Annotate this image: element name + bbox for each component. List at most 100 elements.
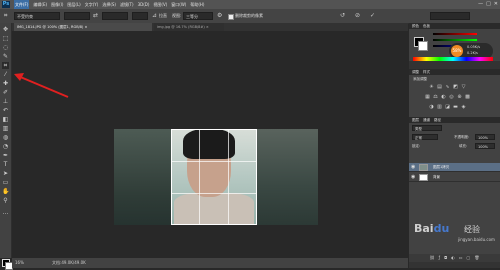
fx-icon[interactable]: ƒ <box>439 254 440 262</box>
visibility-eye-icon[interactable]: ◉ <box>411 175 415 180</box>
zoom-tool-icon[interactable]: ⚲ <box>2 197 9 204</box>
layer-thumbnail <box>419 174 428 181</box>
cropped-out-area-right <box>257 129 318 225</box>
channel-mixer-icon[interactable]: ⊕ <box>457 95 462 100</box>
lasso-tool-icon[interactable]: ◌ <box>2 44 9 51</box>
hand-tool-icon[interactable]: ✋ <box>2 188 9 195</box>
green-slider[interactable] <box>433 39 477 41</box>
menu-type[interactable]: 文字(Y) <box>85 0 99 9</box>
path-select-icon[interactable]: ➤ <box>2 170 9 177</box>
workspace-select[interactable] <box>430 12 470 20</box>
crop-tool-icon[interactable]: ⌗ <box>2 62 9 69</box>
adjustment-layer-icon[interactable]: ◐ <box>451 254 455 262</box>
visibility-eye-icon[interactable]: ◉ <box>411 165 415 170</box>
menu-select[interactable]: 选择(S) <box>102 0 116 9</box>
tab-img-jpg[interactable]: img.jpg @ 16.7% (RGB/8#) × <box>154 23 224 31</box>
crop-tool-preset-icon[interactable]: ⌗ <box>4 12 7 20</box>
selective-color-icon[interactable]: ◈ <box>461 105 466 110</box>
more-tools-icon[interactable]: … <box>2 209 9 216</box>
clear-button[interactable] <box>132 12 148 20</box>
close-button[interactable]: ✕ <box>494 0 498 9</box>
blend-mode-select[interactable]: 正常 <box>412 134 438 140</box>
vibrance-icon[interactable]: ▽ <box>461 85 466 90</box>
delete-pixels-checkbox[interactable] <box>228 14 234 20</box>
mask-icon[interactable]: ◘ <box>444 254 447 262</box>
dodge-tool-icon[interactable]: ◔ <box>2 143 9 150</box>
photo[interactable] <box>114 129 318 225</box>
badge-percent: 58% <box>451 45 463 57</box>
baidu-logo-part-b: du <box>433 222 450 235</box>
shape-tool-icon[interactable]: ▭ <box>2 179 9 186</box>
marquee-tool-icon[interactable]: ⬚ <box>2 35 9 42</box>
color-spectrum[interactable] <box>413 57 493 61</box>
posterize-icon[interactable]: ▥ <box>437 105 442 110</box>
straighten-label[interactable]: 拉直 <box>159 12 167 20</box>
zoom-level[interactable]: 16% <box>15 258 24 268</box>
curves-icon[interactable]: ∿ <box>445 85 450 90</box>
menu-3d[interactable]: 3D(D) <box>138 0 150 9</box>
fill-field[interactable]: 100% <box>475 143 495 149</box>
layer-kind-select[interactable]: 类型 <box>412 125 442 131</box>
ratio-select[interactable]: 不受约束 <box>14 12 60 20</box>
move-tool-icon[interactable]: ✥ <box>2 26 9 33</box>
minimize-button[interactable]: — <box>478 0 483 9</box>
brightness-icon[interactable]: ☀ <box>429 85 434 90</box>
commit-icon[interactable]: ✓ <box>370 12 375 20</box>
height-field[interactable] <box>102 12 128 20</box>
opacity-field[interactable]: 100% <box>475 134 495 140</box>
invert-icon[interactable]: ◑ <box>429 105 434 110</box>
straighten-icon[interactable]: ⊿ <box>152 12 157 20</box>
layer-row-copy[interactable]: ◉ 图层1拷贝 <box>409 163 500 172</box>
blur-tool-icon[interactable]: ◍ <box>2 134 9 141</box>
panel-background-swatch[interactable] <box>418 41 428 51</box>
exposure-icon[interactable]: ◩ <box>453 85 458 90</box>
settings-gear-icon[interactable]: ⚙ <box>217 12 222 20</box>
menu-view[interactable]: 视图(V) <box>153 0 167 9</box>
type-tool-icon[interactable]: T <box>2 161 9 168</box>
swap-icon[interactable]: ⇄ <box>93 12 98 20</box>
menu-filter[interactable]: 滤镜(T) <box>120 0 134 9</box>
threshold-icon[interactable]: ◪ <box>445 105 450 110</box>
link-icon[interactable]: ⛓ <box>430 254 435 262</box>
color-lookup-icon[interactable]: ▩ <box>465 95 470 100</box>
brush-tool-icon[interactable]: ✐ <box>2 89 9 96</box>
reset-icon[interactable]: ↺ <box>340 12 345 20</box>
hue-saturation-icon[interactable]: ▦ <box>425 95 430 100</box>
eraser-tool-icon[interactable]: ◧ <box>2 116 9 123</box>
folder-icon[interactable]: ▭ <box>459 254 463 262</box>
delete-pixels-label: 删除裁剪的像素 <box>235 13 263 18</box>
menu-image[interactable]: 图像(I) <box>51 0 63 9</box>
menu-bar: Ps 文件(F) 编辑(E) 图像(I) 图层(L) 文字(Y) 选择(S) 滤… <box>0 0 500 9</box>
view-select[interactable]: 三等分 <box>183 12 213 20</box>
photo-filter-icon[interactable]: ◎ <box>449 95 454 100</box>
cancel-icon[interactable]: ⊘ <box>355 12 360 20</box>
new-layer-icon[interactable]: ▢ <box>467 254 471 262</box>
menu-layer[interactable]: 图层(L) <box>67 0 80 9</box>
clone-stamp-icon[interactable]: ⊥ <box>2 98 9 105</box>
trash-icon[interactable]: 🗑 <box>474 254 479 262</box>
maximize-button[interactable]: □ <box>486 0 491 9</box>
layer-name[interactable]: 图层1拷贝 <box>433 163 449 172</box>
red-slider[interactable] <box>433 33 477 35</box>
pen-tool-icon[interactable]: ✒ <box>2 152 9 159</box>
layer-row-background[interactable]: ◉ 背景 <box>409 173 500 182</box>
healing-brush-icon[interactable]: ✚ <box>2 80 9 87</box>
color-balance-icon[interactable]: ⚖ <box>433 95 438 100</box>
quick-select-tool-icon[interactable]: ✎ <box>2 53 9 60</box>
menu-window[interactable]: 窗口(W) <box>171 0 186 9</box>
width-field[interactable] <box>64 12 90 20</box>
menu-help[interactable]: 帮助(H) <box>190 0 204 9</box>
black-white-icon[interactable]: ◐ <box>441 95 446 100</box>
gradient-tool-icon[interactable]: ▥ <box>2 125 9 132</box>
menu-edit[interactable]: 编辑(E) <box>33 0 47 9</box>
document-tabs: IMG_1814.JPG @ 100% (图层1, RGB/8) × img.j… <box>12 23 408 31</box>
levels-icon[interactable]: ▤ <box>437 85 442 90</box>
gradient-map-icon[interactable]: ▬ <box>453 105 458 110</box>
menu-file[interactable]: 文件(F) <box>14 0 30 9</box>
crop-box[interactable] <box>171 129 257 225</box>
history-brush-icon[interactable]: ↶ <box>2 107 9 114</box>
tab-img-1814[interactable]: IMG_1814.JPG @ 100% (图层1, RGB/8) × <box>14 23 152 31</box>
eyedropper-tool-icon[interactable]: ⁄ <box>2 71 9 78</box>
layer-name[interactable]: 背景 <box>433 173 440 182</box>
canvas-area[interactable] <box>12 31 408 258</box>
